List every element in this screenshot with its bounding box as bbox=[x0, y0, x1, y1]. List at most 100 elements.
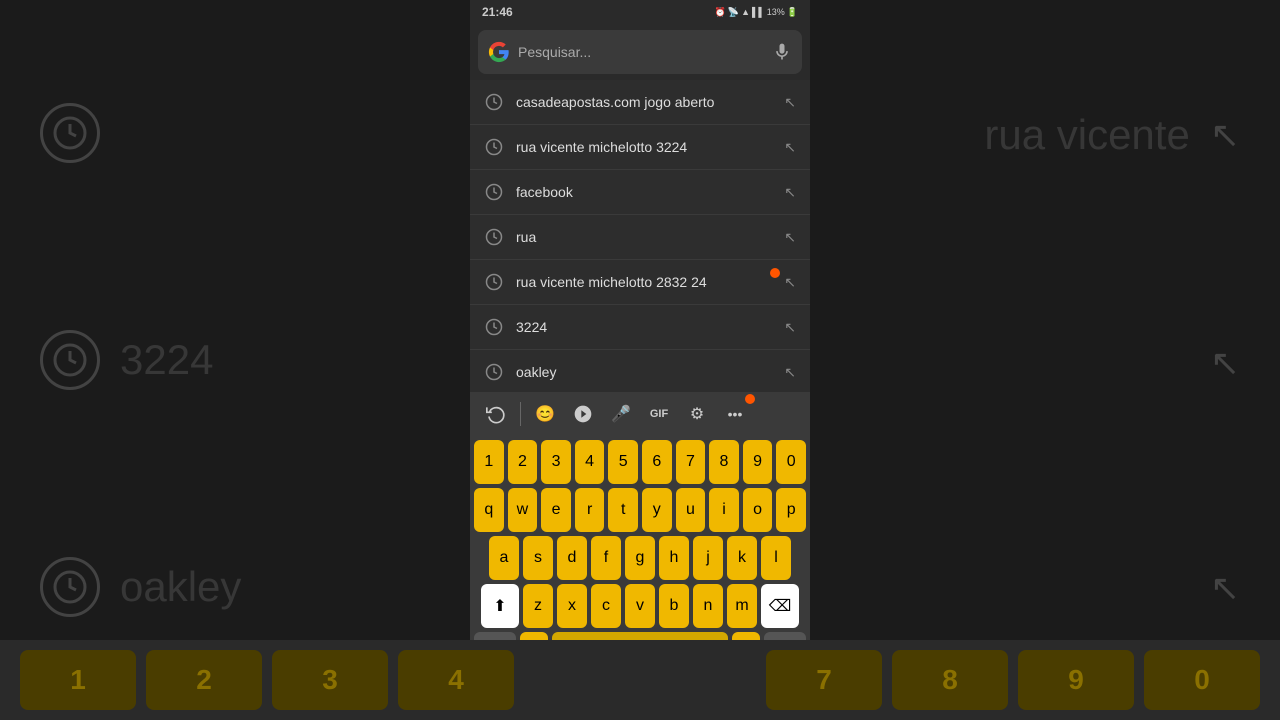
key-n[interactable]: n bbox=[693, 584, 723, 628]
key-j[interactable]: j bbox=[693, 536, 723, 580]
bg-arrow-1: ↖ bbox=[1210, 114, 1240, 156]
key-v[interactable]: v bbox=[625, 584, 655, 628]
key-5[interactable]: 5 bbox=[608, 440, 638, 484]
key-4[interactable]: 4 bbox=[575, 440, 605, 484]
key-0[interactable]: 0 bbox=[776, 440, 806, 484]
suggestion-7[interactable]: oakley ↖ bbox=[470, 350, 810, 392]
key-w[interactable]: w bbox=[508, 488, 538, 532]
bg-key-8: 8 bbox=[892, 650, 1008, 710]
asdf-row: a s d f g h j k l bbox=[474, 536, 806, 580]
wifi-icon: ▲ bbox=[741, 7, 750, 17]
search-placeholder: Pesquisar... bbox=[518, 44, 764, 60]
suggestion-6[interactable]: 3224 ↖ bbox=[470, 305, 810, 350]
suggestion-3[interactable]: facebook ↖ bbox=[470, 170, 810, 215]
status-bar: 21:46 ⏰ 📡 ▲ ▌▌ 13% 🔋 bbox=[470, 0, 810, 24]
toolbar-gif-btn[interactable]: GIF bbox=[641, 396, 677, 432]
key-q[interactable]: q bbox=[474, 488, 504, 532]
toolbar-divider bbox=[520, 402, 521, 426]
key-s[interactable]: s bbox=[523, 536, 553, 580]
key-7[interactable]: 7 bbox=[676, 440, 706, 484]
key-l[interactable]: l bbox=[761, 536, 791, 580]
key-backspace[interactable]: ⌫ bbox=[761, 584, 799, 628]
bg-text-oakley: oakley bbox=[120, 563, 241, 611]
bg-text-3224: 3224 bbox=[120, 336, 213, 384]
toolbar-settings-btn[interactable]: ⚙ bbox=[679, 396, 715, 432]
arrow-icon-7: ↖ bbox=[784, 364, 796, 381]
bg-arrow-3: ↖ bbox=[1210, 567, 1240, 609]
key-f[interactable]: f bbox=[591, 536, 621, 580]
key-m[interactable]: m bbox=[727, 584, 757, 628]
key-p[interactable]: p bbox=[776, 488, 806, 532]
key-u[interactable]: u bbox=[676, 488, 706, 532]
alarm-icon: ⏰ bbox=[715, 7, 726, 18]
bg-arrow-2: ↖ bbox=[1210, 342, 1240, 384]
bg-clock-2 bbox=[40, 330, 100, 390]
three-dots-icon: ••• bbox=[728, 406, 743, 422]
key-9[interactable]: 9 bbox=[743, 440, 773, 484]
battery-text: 13% bbox=[767, 7, 785, 17]
history-icon-2 bbox=[484, 137, 504, 157]
key-o[interactable]: o bbox=[743, 488, 773, 532]
bg-keyboard-bottom: 1 2 3 4 7 8 9 0 bbox=[0, 640, 1280, 720]
bg-key-4: 4 bbox=[398, 650, 514, 710]
toolbar-mic-btn[interactable]: 🎤 bbox=[603, 396, 639, 432]
key-a[interactable]: a bbox=[489, 536, 519, 580]
key-shift[interactable]: ⬆ bbox=[481, 584, 519, 628]
zxcv-row: ⬆ z x c v b n m ⌫ bbox=[474, 584, 806, 628]
key-8[interactable]: 8 bbox=[709, 440, 739, 484]
history-icon-1 bbox=[484, 92, 504, 112]
bg-text-224: rua vicente bbox=[984, 111, 1189, 159]
search-bar[interactable]: Pesquisar... bbox=[478, 30, 802, 74]
key-z[interactable]: z bbox=[523, 584, 553, 628]
key-i[interactable]: i bbox=[709, 488, 739, 532]
history-icon-6 bbox=[484, 317, 504, 337]
suggestions-list: casadeapostas.com jogo aberto ↖ rua vice… bbox=[470, 80, 810, 392]
arrow-icon-6: ↖ bbox=[784, 319, 796, 336]
history-icon-4 bbox=[484, 227, 504, 247]
suggestion-text-5: rua vicente michelotto 2832 24 bbox=[516, 274, 772, 290]
key-y[interactable]: y bbox=[642, 488, 672, 532]
key-t[interactable]: t bbox=[608, 488, 638, 532]
bg-clock-3 bbox=[40, 557, 100, 617]
notification-dot bbox=[745, 394, 755, 404]
key-e[interactable]: e bbox=[541, 488, 571, 532]
history-icon-3 bbox=[484, 182, 504, 202]
toolbar-more-btn[interactable]: ••• bbox=[717, 396, 753, 432]
sim-icon: 📡 bbox=[728, 7, 739, 18]
signal-icon: ▌▌ bbox=[752, 7, 765, 17]
bg-clock-1 bbox=[40, 103, 100, 163]
suggestion-text-1: casadeapostas.com jogo aberto bbox=[516, 94, 772, 110]
key-d[interactable]: d bbox=[557, 536, 587, 580]
suggestion-4[interactable]: rua ↖ bbox=[470, 215, 810, 260]
toolbar-emoji-btn[interactable]: 😊 bbox=[527, 396, 563, 432]
bg-key-9: 9 bbox=[1018, 650, 1134, 710]
key-3[interactable]: 3 bbox=[541, 440, 571, 484]
keyboard-toolbar: 😊 🎤 GIF ⚙ ••• bbox=[470, 392, 810, 436]
suggestion-1[interactable]: casadeapostas.com jogo aberto ↖ bbox=[470, 80, 810, 125]
key-1[interactable]: 1 bbox=[474, 440, 504, 484]
arrow-icon-4: ↖ bbox=[784, 229, 796, 246]
bg-key-3: 3 bbox=[272, 650, 388, 710]
key-k[interactable]: k bbox=[727, 536, 757, 580]
arrow-icon-5: ↖ bbox=[784, 274, 796, 291]
arrow-icon-2: ↖ bbox=[784, 139, 796, 156]
suggestion-2[interactable]: rua vicente michelotto 3224 ↖ bbox=[470, 125, 810, 170]
toolbar-sticker-btn[interactable] bbox=[565, 396, 601, 432]
suggestion-text-3: facebook bbox=[516, 184, 772, 200]
bg-key-0: 0 bbox=[1144, 650, 1260, 710]
bg-key-2: 2 bbox=[146, 650, 262, 710]
key-g[interactable]: g bbox=[625, 536, 655, 580]
bg-key-1: 1 bbox=[20, 650, 136, 710]
key-h[interactable]: h bbox=[659, 536, 689, 580]
key-6[interactable]: 6 bbox=[642, 440, 672, 484]
mic-icon[interactable] bbox=[772, 42, 792, 62]
suggestion-5[interactable]: rua vicente michelotto 2832 24 ↖ bbox=[470, 260, 810, 305]
toolbar-rotate-btn[interactable] bbox=[478, 396, 514, 432]
suggestion-text-7: oakley bbox=[516, 364, 772, 380]
orange-dot bbox=[770, 268, 780, 278]
key-r[interactable]: r bbox=[575, 488, 605, 532]
key-x[interactable]: x bbox=[557, 584, 587, 628]
key-c[interactable]: c bbox=[591, 584, 621, 628]
key-2[interactable]: 2 bbox=[508, 440, 538, 484]
key-b[interactable]: b bbox=[659, 584, 689, 628]
